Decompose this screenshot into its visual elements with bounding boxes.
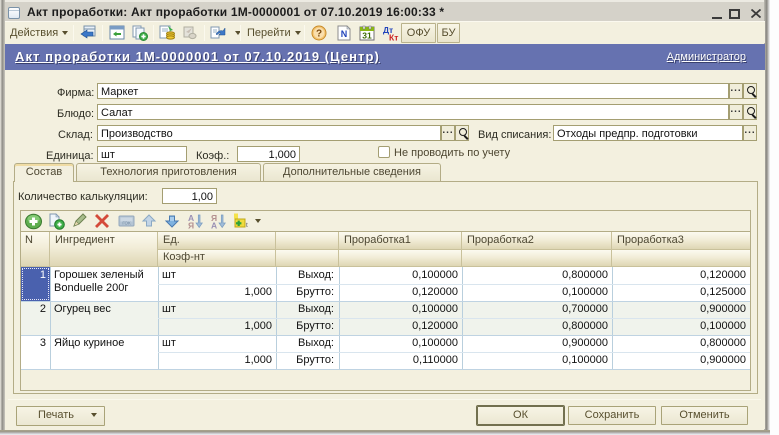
svg-text:Я: Я — [188, 221, 194, 230]
svg-text:А: А — [211, 221, 217, 230]
svg-text:Кт: Кт — [389, 33, 398, 42]
svg-text:31: 31 — [362, 31, 372, 41]
svg-text:t: t — [246, 222, 248, 229]
svg-text:ГОК: ГОК — [122, 221, 131, 226]
svg-text:N: N — [341, 29, 348, 39]
svg-text:?: ? — [316, 29, 322, 40]
